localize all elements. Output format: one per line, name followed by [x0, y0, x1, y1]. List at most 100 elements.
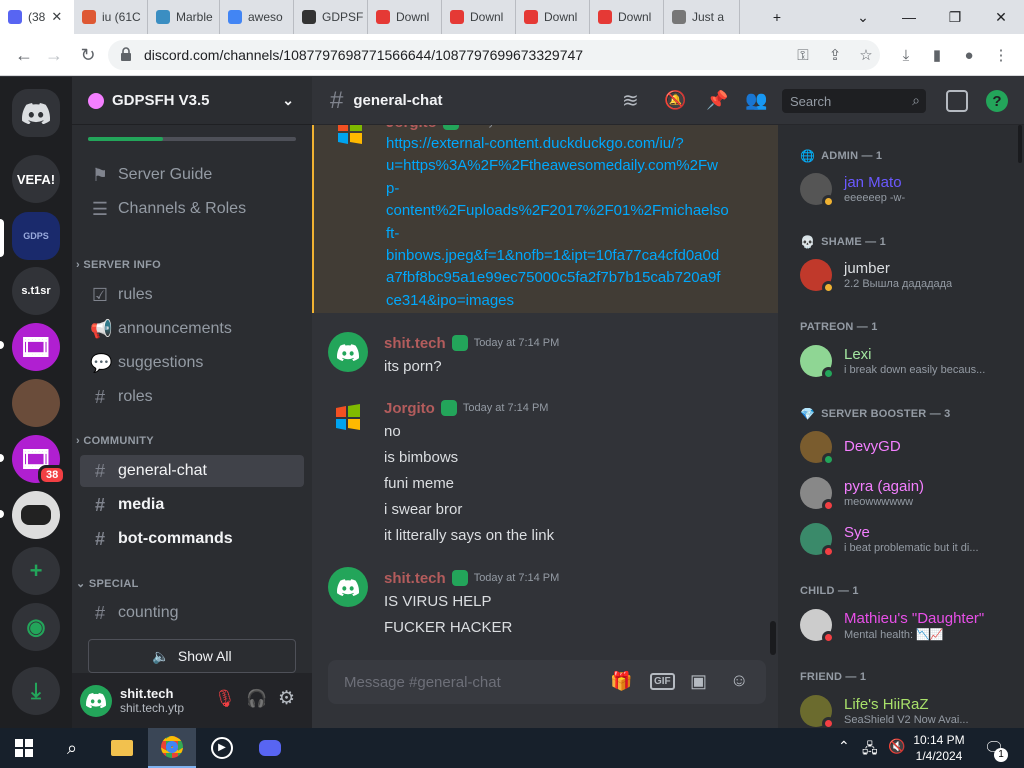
browser-tab[interactable]: iu (61C: [74, 0, 148, 34]
bookmark-star-icon[interactable]: ☆: [855, 44, 877, 66]
chevron-up-icon[interactable]: ⌃: [838, 738, 850, 755]
browser-tab[interactable]: Just a: [664, 0, 740, 34]
message-link[interactable]: ce314&ipo=images: [386, 290, 766, 312]
media-player-icon[interactable]: ▶: [198, 728, 246, 768]
key-icon[interactable]: ⚿: [792, 44, 814, 66]
clock[interactable]: 10:14 PM 1/4/2024: [906, 732, 972, 764]
forward-button[interactable]: →: [42, 43, 66, 67]
member-row[interactable]: Mathieu's "Daughter" Mental health: 📉📈: [800, 603, 1020, 647]
close-tab-icon[interactable]: ✕: [51, 9, 62, 25]
inbox-icon[interactable]: [946, 90, 968, 112]
explore-compass-icon[interactable]: ◉: [12, 603, 60, 651]
photo-server-icon[interactable]: [12, 379, 60, 427]
member-row[interactable]: jan Mato eeeeeep -w-: [800, 167, 1020, 211]
member-row[interactable]: jumber 2.2 Вышла дададада: [800, 253, 1020, 297]
message-link[interactable]: u=https%3A%2F%2Ftheawesomedaily.com%2Fw: [386, 155, 766, 177]
gdps-server-icon[interactable]: GDPS: [12, 212, 60, 260]
browser-tab[interactable]: aweso: [220, 0, 294, 34]
channel-general-chat[interactable]: # general-chat: [80, 455, 304, 487]
member-list-scrollbar[interactable]: [1018, 125, 1022, 163]
user-avatar[interactable]: [80, 684, 112, 717]
mic-muted-icon[interactable]: 🎙: [214, 689, 236, 709]
browser-tab[interactable]: GDPSF: [294, 0, 368, 34]
show-all-button[interactable]: 🔈 Show All: [88, 639, 296, 673]
profile-icon[interactable]: ●: [958, 44, 980, 66]
message-link[interactable]: content%2Fuploads%2F2017%2F01%2Fmichaels…: [386, 200, 766, 222]
emoji-icon[interactable]: ☺: [730, 670, 748, 691]
member-row[interactable]: DevyGD: [800, 425, 1020, 469]
reload-button[interactable]: ↻: [76, 43, 100, 67]
new-tab-icon[interactable]: +: [754, 0, 800, 34]
server-icon[interactable]: s.t1sr: [12, 267, 60, 315]
channel-roles[interactable]: # roles: [80, 381, 304, 413]
menu-kebab-icon[interactable]: ⋮: [990, 44, 1012, 66]
message-link[interactable]: binbows.jpeg&f=1&nofb=1&ipt=10fa77ca4cfd…: [386, 245, 766, 267]
channel-category[interactable]: › SERVER INFO: [76, 259, 161, 271]
author-name[interactable]: shit.tech: [384, 335, 446, 352]
discord-logo-icon[interactable]: [12, 89, 60, 137]
member-row[interactable]: Sye i beat problematic but it di...: [800, 517, 1020, 561]
search-box[interactable]: Search ⌕: [782, 89, 926, 113]
side-panel-icon[interactable]: ▮: [926, 44, 948, 66]
settings-gear-icon[interactable]: ⚙: [278, 687, 295, 710]
mute-bell-icon[interactable]: 🔕: [664, 90, 686, 111]
chrome-icon[interactable]: [148, 728, 196, 768]
browser-tab[interactable]: Downl: [516, 0, 590, 34]
server-header[interactable]: GDPSFH V3.5 ⌄: [72, 77, 312, 125]
gift-icon[interactable]: 🎁: [610, 671, 632, 692]
discord-taskbar-icon[interactable]: [246, 728, 294, 768]
browser-tab[interactable]: Downl: [442, 0, 516, 34]
channel-media[interactable]: # media: [80, 489, 304, 521]
search-icon[interactable]: ⌕: [48, 728, 96, 768]
channel-category[interactable]: ⌄ SPECIAL: [76, 577, 139, 590]
member-row[interactable]: Life's HiiRaZ SeaShield V2 Now Avai...: [800, 689, 1020, 733]
window-close-icon[interactable]: ✕: [978, 0, 1024, 34]
browser-tab[interactable]: Downl: [368, 0, 442, 34]
scrollbar[interactable]: [770, 621, 776, 655]
channel-announcements[interactable]: 📢 announcements: [80, 313, 304, 345]
author-name[interactable]: Jorgito: [384, 400, 435, 417]
channel-rules[interactable]: ☑ rules: [80, 279, 304, 311]
author-name[interactable]: shit.tech: [384, 570, 446, 587]
sidebar-item[interactable]: ☰ Channels & Roles: [80, 193, 304, 225]
browser-tab[interactable]: (38 ✕: [0, 0, 74, 34]
address-bar[interactable]: discord.com/channels/1087797698771566644…: [108, 40, 880, 70]
message-link[interactable]: ft-: [386, 223, 766, 245]
maximize-icon[interactable]: ❐: [932, 0, 978, 34]
member-row[interactable]: Lexi i break down easily becaus...: [800, 339, 1020, 383]
minimize-icon[interactable]: —: [886, 0, 932, 34]
windows-start-icon[interactable]: [0, 728, 48, 768]
channel-bot-commands[interactable]: # bot-commands: [80, 523, 304, 555]
network-icon[interactable]: 🖧: [862, 738, 878, 762]
tab-search-icon[interactable]: ⌄: [840, 0, 886, 34]
message-link[interactable]: p-: [386, 178, 766, 200]
discord-logo-icon[interactable]: [328, 567, 368, 607]
windows-logo-icon[interactable]: [328, 397, 368, 437]
channel-suggestions[interactable]: 💬 suggestions: [80, 347, 304, 379]
channel-category[interactable]: › COMMUNITY: [76, 435, 154, 447]
browser-tab[interactable]: Marble: [148, 0, 220, 34]
download-apps-icon[interactable]: ⤓: [12, 667, 60, 715]
message-link[interactable]: a7fbf8bc95a1e99ec75000c5fa2f7b7b15cab720…: [386, 267, 766, 289]
threads-icon[interactable]: ≋: [622, 88, 639, 113]
help-icon[interactable]: ?: [986, 90, 1008, 112]
message-link[interactable]: https://external-content.duckduckgo.com/…: [386, 133, 766, 155]
volume-muted-icon[interactable]: 🔇: [888, 738, 905, 755]
pin-icon[interactable]: 📌: [706, 90, 728, 111]
server-icon[interactable]: VEFA!: [12, 155, 60, 203]
add-server-icon[interactable]: +: [12, 547, 60, 595]
browser-tab[interactable]: Downl: [590, 0, 664, 34]
sticker-icon[interactable]: ▣: [690, 671, 707, 692]
file-explorer-icon[interactable]: [98, 728, 146, 768]
film-reel-icon[interactable]: 🎞: [12, 323, 60, 371]
share-icon[interactable]: ⇪: [824, 44, 846, 66]
message-input[interactable]: Message #general-chat 🎁 GIF ▣ ☺: [328, 660, 766, 704]
back-button[interactable]: ←: [12, 43, 36, 67]
sidebar-item[interactable]: ⚑ Server Guide: [80, 159, 304, 191]
members-list-icon[interactable]: 👥: [745, 90, 767, 111]
discord-logo-icon[interactable]: [328, 332, 368, 372]
channel-counting[interactable]: # counting: [80, 597, 304, 629]
headphones-icon[interactable]: 🎧: [246, 689, 267, 709]
gif-icon[interactable]: GIF: [650, 673, 675, 690]
download-icon[interactable]: ⤓: [895, 44, 917, 66]
